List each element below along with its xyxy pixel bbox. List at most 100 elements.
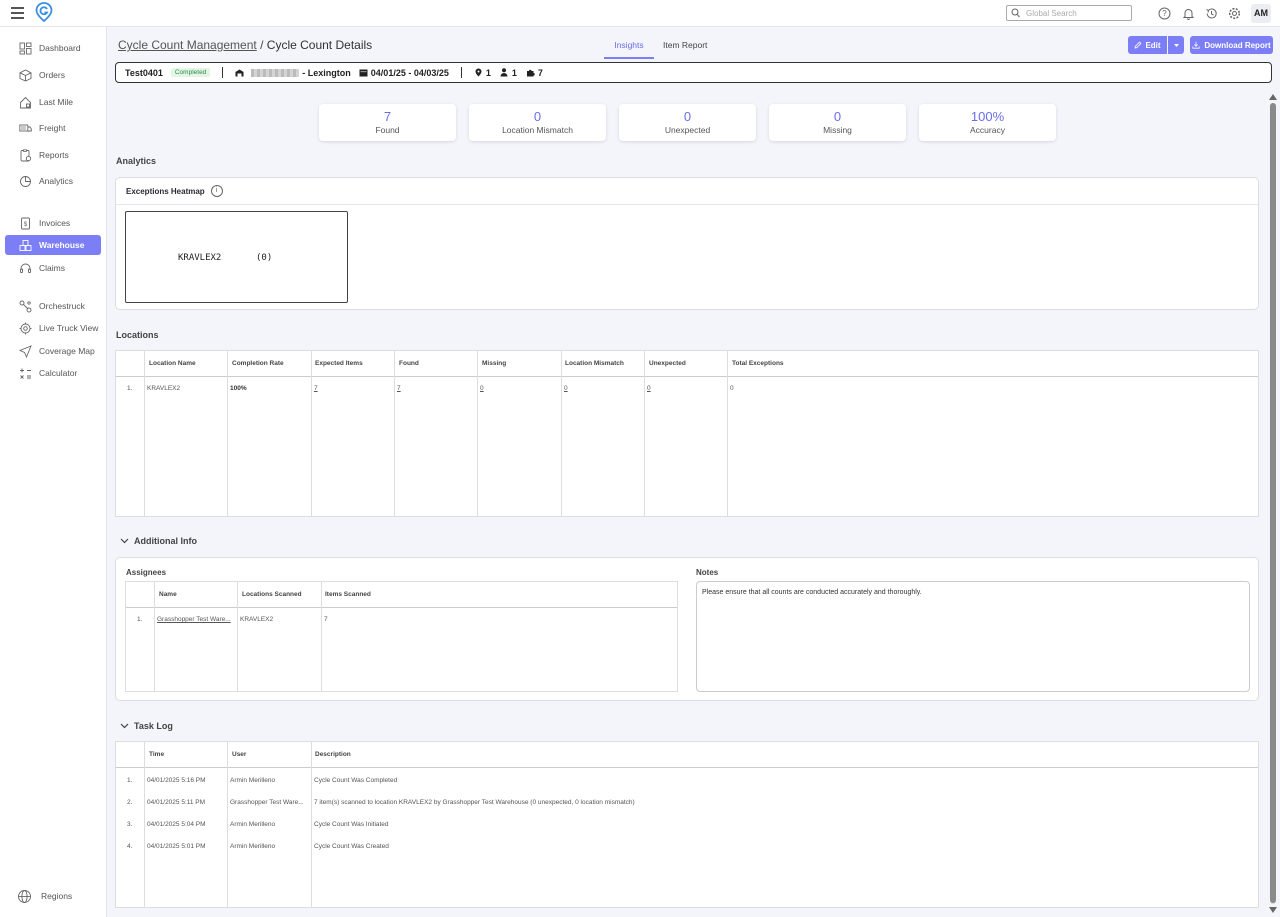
sidebar-item-freight[interactable]: Freight — [5, 118, 101, 138]
sidebar-item-label: Claims — [39, 263, 65, 273]
logo-icon[interactable] — [35, 2, 53, 22]
stat-card-missing: 0 Missing — [769, 104, 906, 141]
edit-dropdown-button[interactable] — [1168, 36, 1184, 54]
sidebar-item-invoices[interactable]: $ Invoices — [5, 213, 101, 233]
analytics-section-title: Analytics — [116, 156, 157, 166]
task-log-title: Task Log — [134, 721, 173, 731]
heatmap-cell-label: KRAVLEX2 — [178, 253, 222, 263]
edit-button[interactable]: Edit — [1128, 36, 1167, 54]
column-divider — [394, 351, 395, 516]
time-cell: 04/01/2025 5:04 PM — [147, 821, 206, 828]
sidebar-item-regions[interactable]: Regions — [5, 886, 101, 906]
column-header[interactable]: Description — [315, 751, 351, 758]
additional-info-panel: Assignees Name Locations Scanned Items S… — [115, 557, 1259, 701]
column-header[interactable]: Missing — [482, 360, 506, 367]
sidebar-item-label: Live Truck View — [39, 323, 99, 333]
heatmap-title: Exceptions Heatmap — [126, 186, 205, 196]
tab-item-report[interactable]: Item Report — [663, 40, 707, 50]
svg-text:?: ? — [1162, 9, 1167, 18]
sidebar-item-last-mile[interactable]: Last Mile — [5, 92, 101, 112]
table-header-row — [126, 582, 677, 608]
column-header[interactable]: Unexpected — [649, 360, 686, 367]
avatar[interactable]: AM — [1251, 4, 1271, 23]
column-header[interactable]: Time — [149, 751, 164, 758]
sidebar-item-analytics[interactable]: Analytics — [5, 171, 101, 191]
user-cell: Armin Merilleno — [230, 843, 276, 850]
column-header[interactable]: Completion Rate — [232, 360, 284, 367]
breadcrumb-parent-link[interactable]: Cycle Count Management — [118, 38, 257, 52]
sidebar-item-reports[interactable]: Reports — [5, 145, 101, 165]
pencil-icon — [1134, 41, 1142, 49]
exceptions-heatmap-panel: Exceptions Heatmap i KRAVLEX2 (0) — [115, 177, 1259, 310]
truck-icon — [18, 121, 32, 135]
download-report-button[interactable]: Download Report — [1190, 36, 1273, 54]
date-range: 04/01/25 - 04/03/25 — [370, 67, 449, 78]
column-divider — [227, 351, 228, 516]
column-header[interactable]: Expected Items — [315, 360, 363, 367]
info-icon[interactable]: i — [210, 185, 223, 197]
sidebar-item-dashboard[interactable]: Dashboard — [5, 38, 101, 58]
search-icon — [1011, 8, 1020, 18]
search-input[interactable] — [1026, 7, 1126, 19]
task-log-toggle[interactable]: Task Log — [120, 721, 173, 731]
row-index: 3. — [127, 821, 133, 828]
column-header[interactable]: Name — [159, 591, 177, 598]
top-bar: ? AM — [0, 0, 1280, 27]
report-icon — [18, 148, 32, 162]
bell-icon[interactable] — [1182, 7, 1195, 20]
notes-title: Notes — [696, 568, 719, 577]
divider — [460, 67, 462, 78]
main-scrollbar[interactable] — [1268, 93, 1278, 915]
column-header[interactable]: Location Mismatch — [565, 360, 624, 367]
found-link[interactable]: 7 — [397, 385, 401, 392]
global-search[interactable] — [1006, 5, 1132, 21]
time-cell: 04/01/2025 5:01 PM — [147, 843, 206, 850]
scroll-down-arrow[interactable] — [1269, 907, 1277, 913]
chevron-down-icon — [1173, 43, 1179, 47]
edit-button-label: Edit — [1145, 40, 1161, 50]
column-header[interactable]: Total Exceptions — [732, 360, 784, 367]
tab-insights[interactable]: Insights — [604, 36, 654, 59]
column-header[interactable]: Items Scanned — [325, 591, 371, 598]
column-divider — [477, 351, 478, 516]
headset-icon — [18, 261, 32, 275]
additional-info-toggle[interactable]: Additional Info — [120, 536, 197, 546]
notes-box: Please ensure that all counts are conduc… — [696, 581, 1250, 692]
location-mismatch-link[interactable]: 0 — [564, 385, 568, 392]
column-header[interactable]: Locations Scanned — [242, 591, 302, 598]
table-header-row — [116, 742, 1258, 768]
row-index: 1. — [137, 616, 143, 623]
assignee-name-link[interactable]: Grasshopper Test Ware... — [157, 616, 231, 623]
locations-table: Location Name Completion Rate Expected I… — [115, 350, 1259, 517]
status-badge: Completed — [170, 68, 211, 77]
sidebar-item-orchestruck[interactable]: Orchestruck — [5, 296, 101, 316]
gear-icon[interactable] — [1228, 7, 1241, 20]
locations-count: 1 — [485, 67, 491, 78]
chevron-down-icon — [120, 723, 129, 729]
heatmap-header: Exceptions Heatmap i — [116, 178, 1258, 205]
sidebar-item-warehouse[interactable]: Warehouse — [5, 235, 101, 255]
locations-scanned-cell: KRAVLEX2 — [240, 616, 274, 623]
missing-link[interactable]: 0 — [480, 385, 484, 392]
sidebar-item-label: Regions — [41, 891, 73, 901]
sidebar-item-claims[interactable]: Claims — [5, 258, 101, 278]
heatmap-cell[interactable]: KRAVLEX2 (0) — [125, 211, 348, 303]
column-header[interactable]: Location Name — [149, 360, 196, 367]
column-header[interactable]: Found — [399, 360, 419, 367]
hamburger-menu-icon[interactable] — [11, 7, 24, 19]
help-icon[interactable]: ? — [1158, 7, 1171, 20]
location-pin-icon — [474, 68, 483, 77]
expected-items-link[interactable]: 7 — [314, 385, 318, 392]
row-index: 2. — [127, 799, 133, 806]
column-divider — [561, 351, 562, 516]
unexpected-link[interactable]: 0 — [647, 385, 651, 392]
sidebar-item-orders[interactable]: Orders — [5, 65, 101, 85]
sidebar-item-coverage-map[interactable]: Coverage Map — [5, 341, 101, 361]
sidebar-item-live-truck-view[interactable]: Live Truck View — [5, 318, 101, 338]
sidebar-item-calculator[interactable]: Calculator — [5, 363, 101, 383]
column-divider — [727, 351, 728, 516]
history-icon[interactable] — [1205, 7, 1218, 20]
scroll-thumb[interactable] — [1270, 103, 1276, 903]
scroll-up-arrow[interactable] — [1269, 94, 1277, 100]
column-header[interactable]: User — [232, 751, 246, 758]
